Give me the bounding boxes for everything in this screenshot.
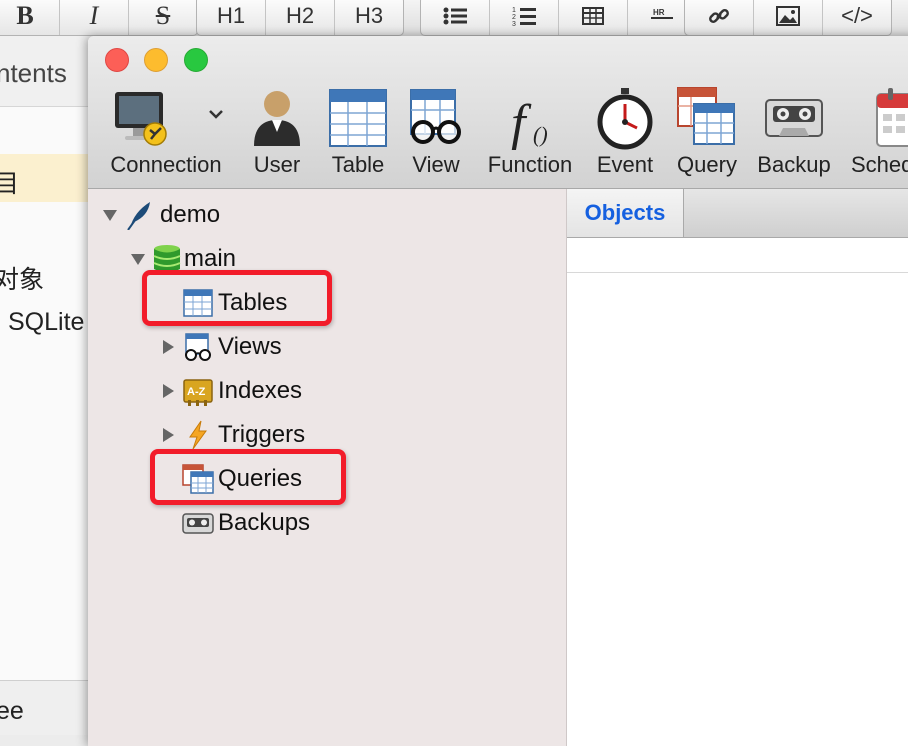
objects-pane: Objects xyxy=(567,189,908,746)
toolbar-view-label: View xyxy=(412,152,460,177)
image-button[interactable] xyxy=(754,0,823,35)
h3-button[interactable]: H3 xyxy=(335,0,403,35)
disclosure-collapsed-icon[interactable] xyxy=(160,427,176,443)
tree-item-label: Triggers xyxy=(218,421,306,448)
editor-footer: ee xyxy=(0,680,92,735)
editor-sidebar: ntents 目 对象 SQLite xyxy=(0,36,93,734)
link-button[interactable] xyxy=(685,0,754,35)
query-icon xyxy=(677,87,735,145)
svg-text:f: f xyxy=(511,95,532,150)
object-tree: demo main Tables Views A-Z Indexes Trigg… xyxy=(88,189,567,746)
bold-button[interactable]: B xyxy=(0,0,60,35)
toolbar-query-button[interactable]: Query xyxy=(668,80,746,180)
numbered-list-button[interactable]: 123 xyxy=(490,0,559,35)
svg-text:HR: HR xyxy=(653,8,665,17)
insert-group: </> xyxy=(684,0,892,36)
view-glasses-icon xyxy=(410,89,461,144)
objects-subtoolbar xyxy=(567,238,908,273)
user-icon xyxy=(254,91,300,146)
toolbar-event-button[interactable]: Event xyxy=(588,80,662,180)
view-glasses-icon xyxy=(185,333,211,361)
horizontal-rule-icon: HR xyxy=(651,8,673,19)
code-button[interactable]: </> xyxy=(823,0,891,35)
tree-connection-demo[interactable]: demo xyxy=(102,197,220,233)
toolbar-table-label: Table xyxy=(331,152,385,177)
disclosure-collapsed-icon[interactable] xyxy=(160,339,176,355)
heading-group: H1 H2 H3 xyxy=(196,0,404,36)
toolbar-view-button[interactable]: View xyxy=(400,80,472,180)
toolbar-schedule-label: Sched xyxy=(851,152,908,177)
svg-text:(): () xyxy=(533,122,548,147)
toolbar-function-label: Function xyxy=(487,152,573,177)
sidebar-line-1[interactable]: 目 xyxy=(0,164,19,200)
navicat-window: Connection User Table View f () Function… xyxy=(88,36,908,746)
tree-item-indexes[interactable]: A-Z Indexes xyxy=(160,373,302,409)
numbered-list-icon: 123 xyxy=(512,7,536,27)
text-style-group: B I S xyxy=(0,0,198,36)
tree-item-label: Backups xyxy=(218,509,311,536)
toolbar-connection-label: Connection xyxy=(110,152,222,177)
stopwatch-icon xyxy=(597,88,653,150)
sidebar-line-3[interactable]: SQLite xyxy=(8,308,84,337)
close-button[interactable] xyxy=(105,48,129,72)
sidebar-header: ntents xyxy=(0,36,92,107)
chevron-down-icon[interactable] xyxy=(206,104,226,124)
tree-item-backups[interactable]: Backups xyxy=(182,505,310,541)
svg-text:3: 3 xyxy=(512,21,516,27)
lightning-icon xyxy=(189,420,207,450)
bullet-list-icon xyxy=(443,7,467,25)
svg-text:A-Z: A-Z xyxy=(187,386,206,398)
bullet-list-button[interactable] xyxy=(421,0,490,35)
tree-item-label: Indexes xyxy=(218,377,303,404)
disclosure-expanded-icon[interactable] xyxy=(102,207,118,223)
toolbar-table-button[interactable]: Table xyxy=(320,80,396,180)
window-toolbar: Connection User Table View f () Function… xyxy=(88,36,908,189)
tree-item-triggers[interactable]: Triggers xyxy=(160,417,305,453)
feather-icon xyxy=(127,202,150,230)
toolbar-connection-button[interactable]: Connection xyxy=(100,80,232,180)
toolbar-schedule-button[interactable]: Sched xyxy=(848,80,908,180)
zoom-button[interactable] xyxy=(184,48,208,72)
table-icon xyxy=(329,89,387,147)
toolbar-backup-label: Backup xyxy=(757,152,831,177)
link-icon xyxy=(709,9,729,23)
disclosure-collapsed-icon[interactable] xyxy=(160,383,176,399)
svg-text:2: 2 xyxy=(512,14,516,21)
editor-toolbar: B I S H1 H2 H3 123 HR </> xyxy=(0,0,908,37)
footer-text: ee xyxy=(0,697,24,725)
tree-item-label: Views xyxy=(218,333,282,360)
sidebar-line-2[interactable]: 对象 xyxy=(0,260,44,296)
tree-connection-label: demo xyxy=(160,201,221,228)
function-icon: f () xyxy=(511,95,548,150)
minimize-button[interactable] xyxy=(144,48,168,72)
block-group: 123 HR xyxy=(420,0,697,36)
cassette-icon xyxy=(182,513,214,534)
tree-database-label: main xyxy=(184,245,237,272)
cassette-icon xyxy=(765,99,823,137)
italic-button[interactable]: I xyxy=(60,0,129,35)
highlight-callout-tables xyxy=(142,270,332,326)
strikethrough-button[interactable]: S xyxy=(129,0,197,35)
calendar-icon xyxy=(876,88,908,147)
toolbar-event-label: Event xyxy=(596,152,654,177)
sidebar-title: ntents xyxy=(0,58,67,88)
table-button[interactable] xyxy=(559,0,628,35)
index-az-icon: A-Z xyxy=(183,379,213,406)
monitor-plug-icon xyxy=(115,92,167,146)
image-icon xyxy=(776,6,800,26)
toolbar-backup-button[interactable]: Backup xyxy=(752,80,836,180)
toolbar-user-label: User xyxy=(253,152,301,177)
objects-tabbar: Objects xyxy=(567,189,908,238)
highlight-callout-queries xyxy=(150,449,346,505)
h1-button[interactable]: H1 xyxy=(197,0,266,35)
disclosure-expanded-icon[interactable] xyxy=(130,251,146,267)
svg-text:1: 1 xyxy=(512,7,516,14)
toolbar-function-button[interactable]: f () Function xyxy=(482,80,578,180)
h2-button[interactable]: H2 xyxy=(266,0,335,35)
toolbar-user-button[interactable]: User xyxy=(240,80,314,180)
tab-objects[interactable]: Objects xyxy=(567,189,684,237)
table-icon xyxy=(582,7,604,25)
tree-item-views[interactable]: Views xyxy=(160,329,282,365)
toolbar-query-label: Query xyxy=(677,152,737,177)
